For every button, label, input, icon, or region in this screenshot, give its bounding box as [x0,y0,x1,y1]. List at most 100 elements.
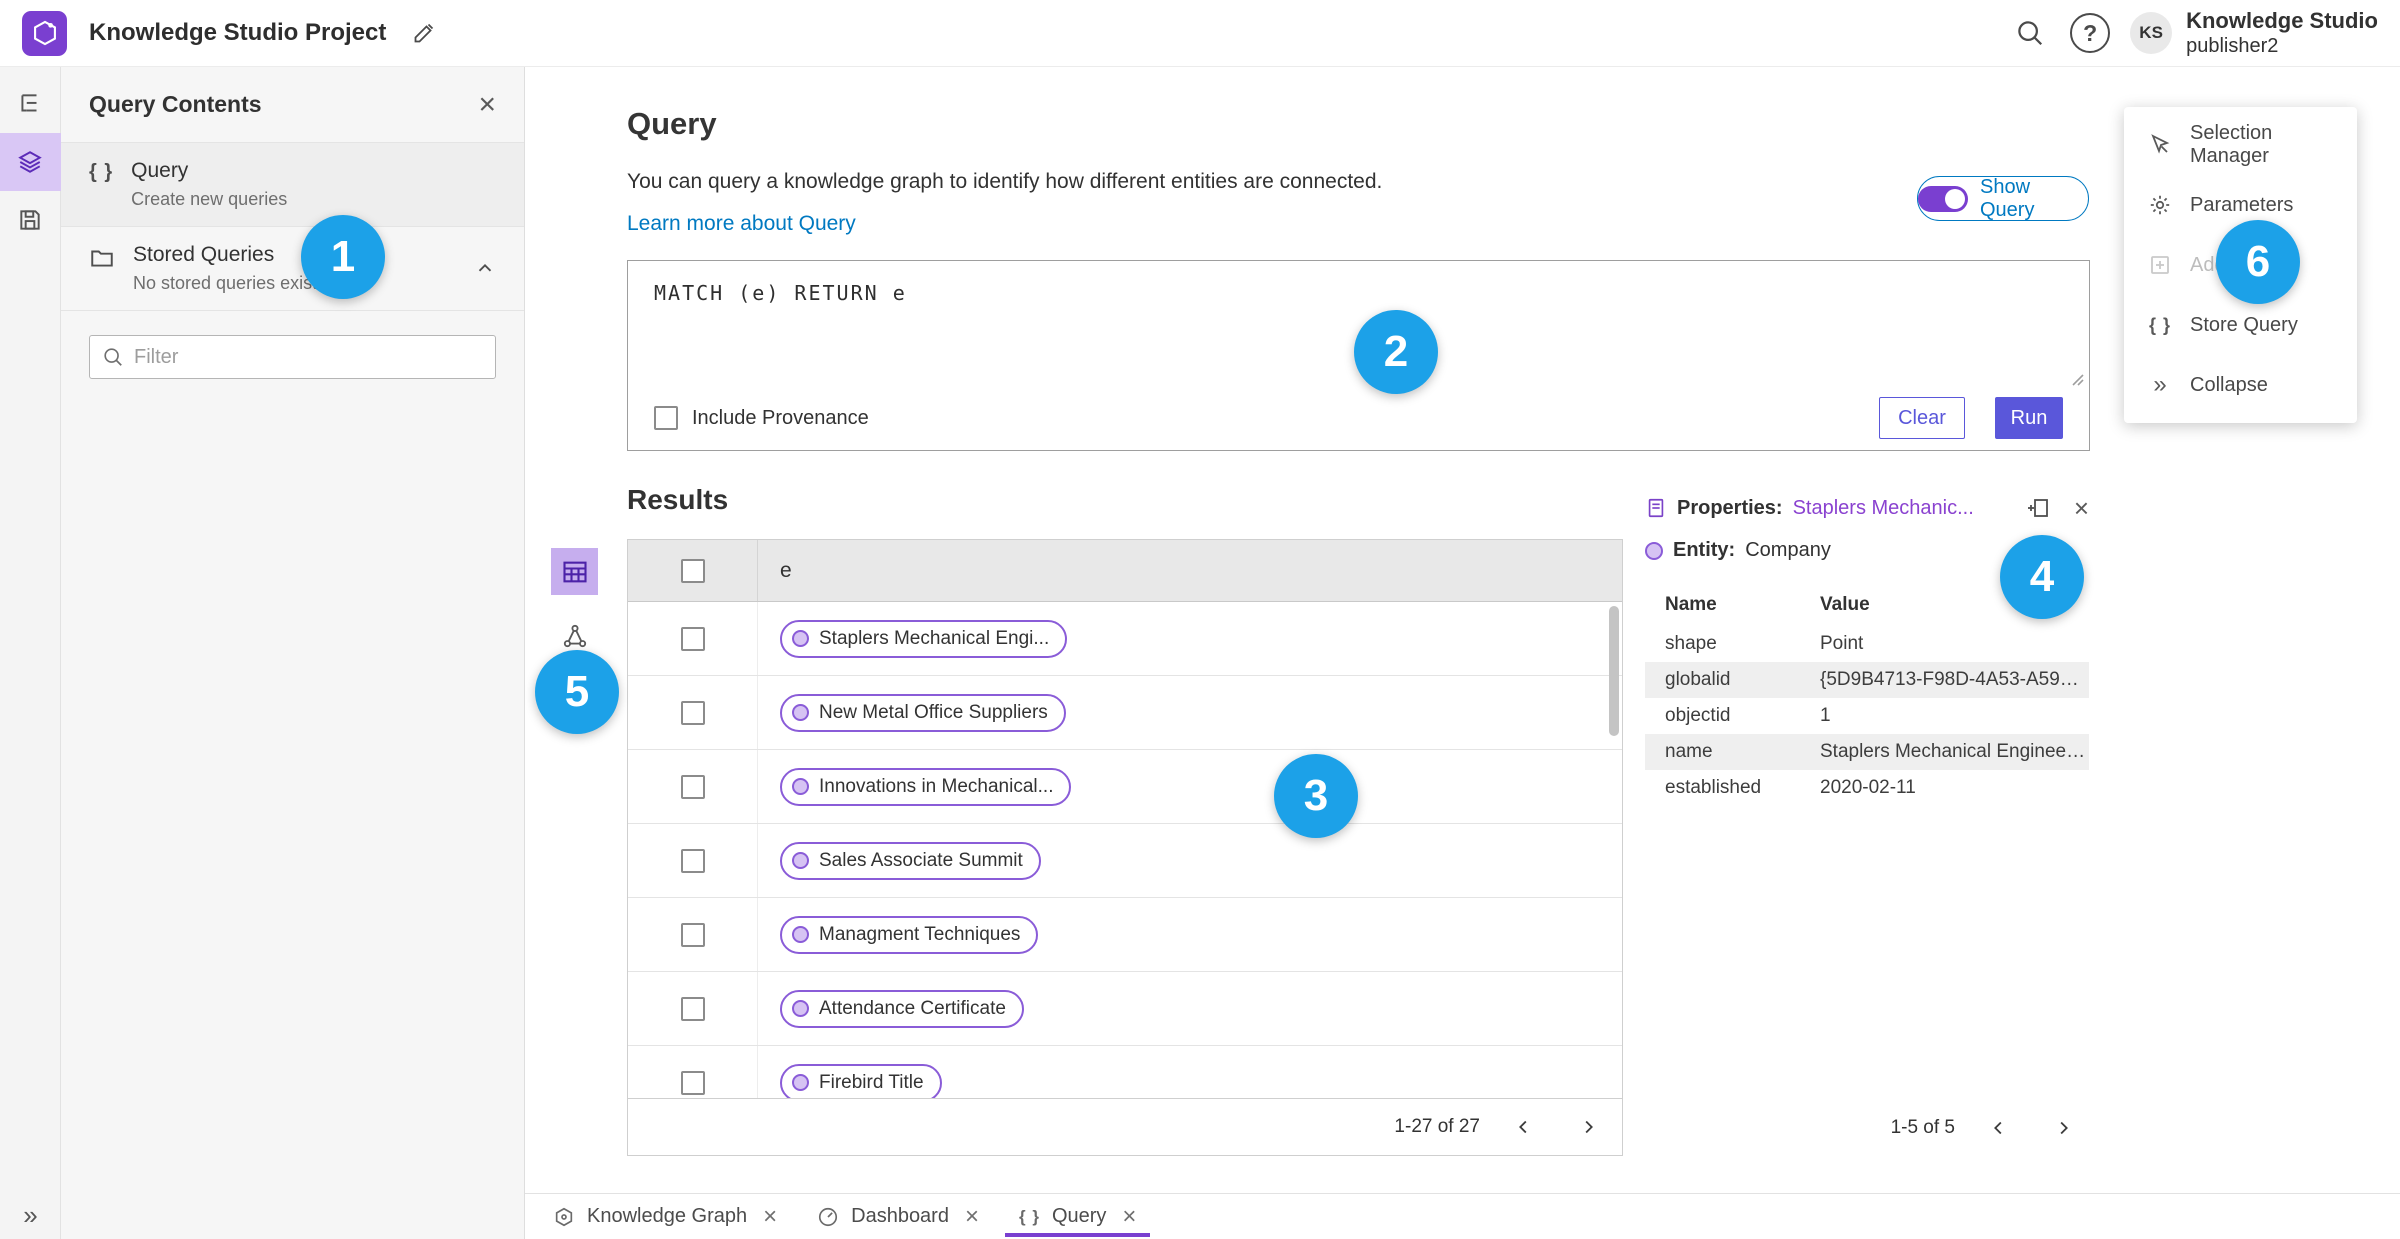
include-provenance-checkbox[interactable] [654,406,678,430]
column-header-e[interactable]: e [758,559,792,583]
table-row[interactable]: Attendance Certificate [628,972,1622,1046]
user-role: publisher2 [2186,35,2279,58]
previous-page-button[interactable] [1979,1108,2019,1148]
entity-pill[interactable]: Sales Associate Summit [780,841,1041,880]
add-to-selection-button[interactable] [2026,496,2050,520]
table-view-button[interactable] [551,548,598,595]
row-checkbox[interactable] [680,626,705,651]
panel-item-stored-queries[interactable]: Stored Queries No stored queries exist [61,227,524,311]
entity-dot-icon [792,704,809,721]
table-row[interactable]: Sales Associate Summit [628,824,1622,898]
rail-hierarchy-button[interactable] [0,75,61,133]
row-checkbox[interactable] [680,774,705,799]
filter-input[interactable] [134,345,483,369]
close-tab-icon[interactable]: × [965,1204,979,1229]
double-chevron-icon: » [23,1200,38,1230]
properties-label: Properties: [1677,496,1783,519]
pencil-icon [414,23,434,43]
next-page-button[interactable] [2043,1108,2083,1148]
double-chevron-icon: » [2153,371,2167,398]
show-query-toggle[interactable] [1918,185,1968,212]
app-logo[interactable] [22,10,67,56]
edit-title-button[interactable] [412,21,436,45]
select-all-checkbox[interactable] [680,558,705,583]
help-button[interactable]: ? [2070,13,2111,53]
resize-handle[interactable] [2071,373,2085,387]
property-value: 1 [1820,705,1831,726]
toggle-knob [1945,188,1965,209]
entity-pill[interactable]: New Metal Office Suppliers [780,693,1066,732]
tab-label: Knowledge Graph [587,1205,748,1227]
previous-page-button[interactable] [1504,1107,1544,1147]
query-description: You can query a knowledge graph to ident… [627,170,1383,193]
row-checkbox[interactable] [680,700,705,725]
next-page-button[interactable] [1568,1107,1608,1147]
hierarchy-icon [21,94,37,112]
user-menu[interactable]: Knowledge Studio publisher2 [2186,8,2378,58]
dashboard-gauge-icon [817,1206,839,1228]
tab-label: Query [1051,1205,1107,1227]
table-row[interactable]: Firebird Title [628,1046,1622,1098]
scrollbar[interactable] [1608,604,1620,1095]
table-icon [562,561,587,582]
panel-item-query[interactable]: { } Query Create new queries [61,143,524,227]
bottom-tab-bar: Knowledge Graph × Dashboard × { } Query … [525,1193,2400,1239]
property-row[interactable]: shape Point [1645,626,2089,662]
close-panel-button[interactable]: × [478,89,496,120]
table-row[interactable]: New Metal Office Suppliers [628,676,1622,750]
row-checkbox[interactable] [680,848,705,873]
panel-item-text: Query Create new queries [131,159,287,210]
selection-manager-button[interactable]: Selection Manager [2124,115,2357,175]
entity-pill[interactable]: Innovations in Mechanical... [780,767,1072,806]
clear-button[interactable]: Clear [1879,397,1965,439]
gear-icon [2146,193,2174,217]
entity-pill[interactable]: Staplers Mechanical Engi... [780,619,1068,658]
search-button[interactable] [2008,11,2052,55]
collapse-section-button[interactable] [474,258,496,280]
table-row[interactable]: Innovations in Mechanical... [628,750,1622,824]
query-page-title: Query [627,106,717,141]
results-table-header: e [628,540,1622,602]
property-row[interactable]: globalid {5D9B4713-F98D-4A53-A59F-C11... [1645,662,2089,698]
property-name: name [1665,741,1713,762]
table-row[interactable]: Managment Techniques [628,898,1622,972]
avatar-initials: KS [2139,23,2163,42]
row-checkbox[interactable] [680,1070,705,1095]
close-properties-button[interactable]: × [2074,495,2089,521]
close-tab-icon[interactable]: × [763,1204,777,1229]
close-tab-icon[interactable]: × [1122,1204,1136,1229]
entity-pill[interactable]: Managment Techniques [780,915,1039,954]
query-editor-text[interactable]: MATCH (e) RETURN e [654,281,907,305]
property-row[interactable]: name Staplers Mechanical Engineering [1645,734,2089,770]
results-page-range: 1-27 of 27 [1394,1116,1480,1137]
tab-dashboard[interactable]: Dashboard × [797,1194,999,1239]
show-query-toggle-group[interactable]: Show Query [1917,176,2089,221]
entity-dot-icon [1645,541,1663,560]
table-row[interactable]: Staplers Mechanical Engi... [628,602,1622,676]
entity-pill[interactable]: Attendance Certificate [780,989,1024,1028]
expand-rail-button[interactable]: » [0,1200,61,1231]
collapse-button[interactable]: » Collapse [2124,355,2357,415]
action-label: Store Query [2190,313,2298,336]
action-label: Collapse [2190,373,2268,396]
editor-footer: Include Provenance Clear Run [628,386,2089,450]
entity-pill[interactable]: Firebird Title [780,1063,942,1098]
property-row[interactable]: objectid 1 [1645,698,2089,734]
row-checkbox[interactable] [680,996,705,1021]
selected-entity-link[interactable]: Staplers Mechanic... [1793,497,2016,520]
run-button[interactable]: Run [1995,397,2063,439]
action-label: Selection Manager [2190,122,2273,167]
tab-query[interactable]: { } Query × [999,1194,1156,1239]
rail-layers-button[interactable] [0,133,61,191]
scrollbar-thumb[interactable] [1609,606,1619,736]
avatar[interactable]: KS [2130,12,2173,54]
folder-icon [89,245,115,271]
learn-more-link[interactable]: Learn more about Query [627,212,856,236]
row-checkbox[interactable] [680,922,705,947]
property-name: globalid [1665,669,1731,690]
property-row[interactable]: established 2020-02-11 [1645,770,2089,806]
entity-type: Company [1745,539,1831,561]
rail-save-button[interactable] [0,191,61,249]
store-query-button[interactable]: { } Store Query [2124,295,2357,355]
tab-knowledge-graph[interactable]: Knowledge Graph × [533,1194,797,1239]
